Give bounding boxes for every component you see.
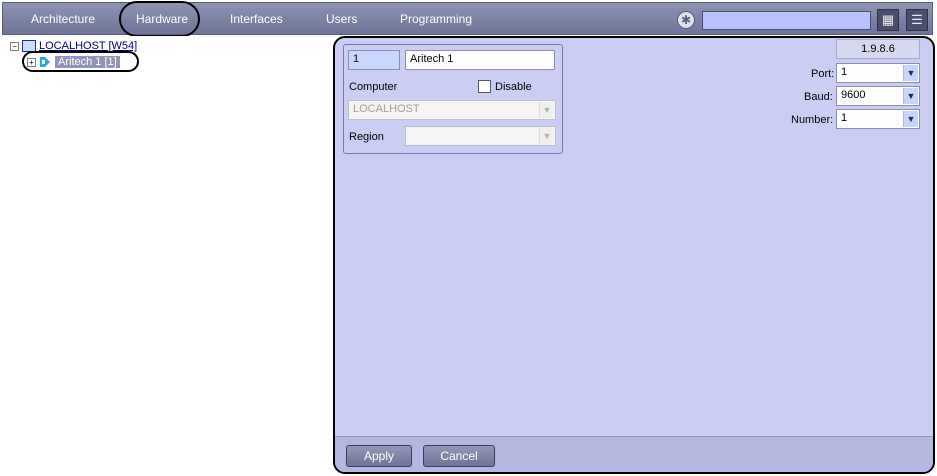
chevron-down-icon: ▼	[539, 102, 554, 118]
baud-select[interactable]: 9600 ▼	[836, 86, 920, 106]
chevron-down-icon: ▼	[903, 65, 918, 81]
layout-icon[interactable]: ▦	[877, 9, 899, 31]
chevron-down-icon: ▼	[903, 88, 918, 104]
number-select-value: 1	[841, 112, 848, 124]
hardware-tab-highlight	[119, 1, 200, 37]
tab-programming[interactable]: Programming	[400, 12, 472, 26]
name-field[interactable]: Aritech 1	[405, 50, 555, 70]
collapse-icon[interactable]: −	[10, 41, 19, 51]
cancel-button[interactable]: Cancel	[423, 445, 495, 467]
tab-architecture[interactable]: Architecture	[31, 12, 95, 26]
baud-label: Baud:	[804, 91, 833, 103]
search-input[interactable]	[702, 11, 871, 30]
menu-icon[interactable]: ☰	[906, 9, 928, 31]
object-properties-group: 1 Aritech 1 Computer Disable LOCALHOST ▼…	[343, 44, 563, 154]
computer-label: Computer	[349, 81, 398, 93]
id-field[interactable]: 1	[348, 50, 400, 70]
computer-select-value: LOCALHOST	[353, 103, 420, 115]
computer-select[interactable]: LOCALHOST ▼	[348, 100, 556, 120]
region-label: Region	[349, 131, 384, 143]
chevron-down-icon: ▼	[539, 128, 554, 144]
tab-interfaces[interactable]: Interfaces	[230, 12, 283, 26]
port-select[interactable]: 1 ▼	[836, 63, 920, 83]
port-label: Port:	[811, 68, 835, 80]
port-select-value: 1	[841, 66, 848, 78]
action-bar: Apply Cancel	[335, 436, 933, 472]
number-select[interactable]: 1 ▼	[836, 109, 920, 129]
gear-icon[interactable]: ✱	[677, 11, 695, 29]
number-label: Number:	[791, 114, 834, 126]
version-label: 1.9.8.6	[836, 39, 920, 59]
tab-users[interactable]: Users	[326, 12, 357, 26]
disable-label: Disable	[495, 81, 532, 93]
disable-checkbox[interactable]	[478, 80, 491, 93]
chevron-down-icon: ▼	[903, 111, 918, 127]
settings-panel: 1 Aritech 1 Computer Disable LOCALHOST ▼…	[333, 36, 935, 474]
aritech-node-highlight	[22, 51, 139, 72]
baud-select-value: 9600	[841, 89, 866, 101]
region-select[interactable]: ▼	[405, 126, 556, 146]
apply-button[interactable]: Apply	[346, 445, 412, 467]
hardware-tree: − LOCALHOST [W54] + Aritech 1 [1]	[2, 36, 333, 474]
